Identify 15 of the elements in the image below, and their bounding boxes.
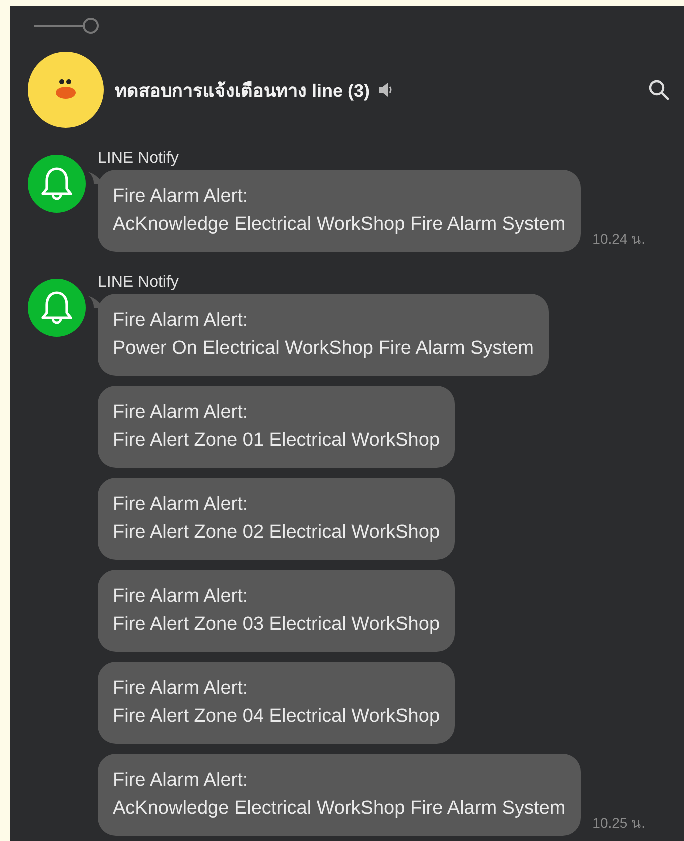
message-bubble[interactable]: Fire Alarm Alert: Fire Alert Zone 02 Electrical WorkShop <box>98 478 456 560</box>
message-bubble[interactable]: Fire Alarm Alert: Power On Electrical WorkShop Fire Alarm System <box>98 294 549 376</box>
search-icon[interactable] <box>648 79 670 101</box>
message-bubble[interactable]: Fire Alarm Alert: Fire Alert Zone 03 Electrical WorkShop <box>98 570 456 652</box>
message-bubble[interactable]: Fire Alarm Alert: Fire Alert Zone 01 Electrical WorkShop <box>98 386 456 468</box>
message-bubble[interactable]: Fire Alarm Alert: AcKnowledge Electrical WorkShop Fire Alarm System <box>98 754 581 836</box>
message-bubble[interactable]: Fire Alarm Alert: Fire Alert Zone 04 Electrical WorkShop <box>98 662 456 744</box>
message-bubble[interactable]: Fire Alarm Alert: AcKnowledge Electrical WorkShop Fire Alarm System <box>98 170 581 252</box>
message-time: 10.25 น. <box>592 814 646 833</box>
sender-name: LINE Notify <box>98 274 180 292</box>
sender-name: LINE Notify <box>98 150 180 168</box>
slider-icon[interactable] <box>34 18 100 34</box>
message-time: 10.24 น. <box>592 230 646 249</box>
speaker-icon[interactable] <box>378 82 394 98</box>
chat-title: ทดสอบการแจ้งเตือนทาง line (3) <box>115 80 370 103</box>
